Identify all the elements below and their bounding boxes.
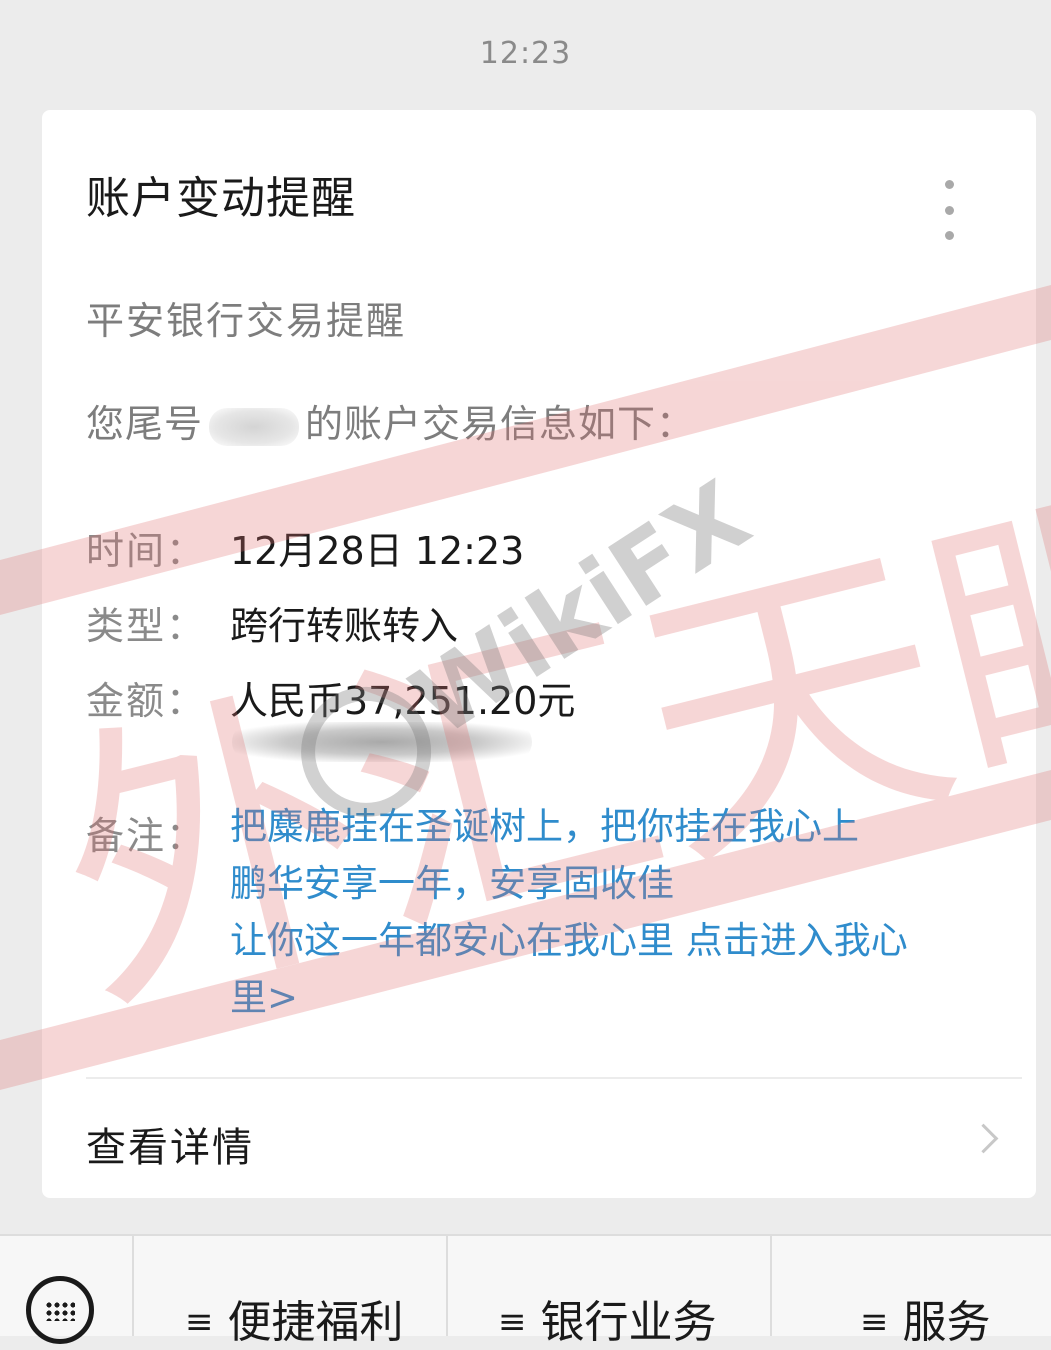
divider bbox=[86, 1077, 1022, 1079]
redacted-line bbox=[232, 722, 532, 762]
menu-separator bbox=[132, 1236, 134, 1336]
message-card[interactable]: 账户变动提醒 平安银行交易提醒 您尾号 的账户交易信息如下： 时间： 12月28日 … bbox=[42, 110, 1036, 1198]
remark-line[interactable]: 鹏华安享一年，安享固收佳 bbox=[230, 855, 1000, 912]
bottom-menu-bar: ≡ 便捷福利 ≡ 银行业务 ≡ 服务 bbox=[0, 1234, 1051, 1348]
field-label: 类型： bbox=[86, 604, 207, 648]
remark-line[interactable]: 里> bbox=[230, 969, 1000, 1026]
intro-prefix: 您尾号 bbox=[86, 402, 204, 446]
more-options-icon[interactable] bbox=[942, 180, 956, 240]
remark-link[interactable]: 把麋鹿挂在圣诞树上，把你挂在我心上 鹏华安享一年，安享固收佳 让你这一年都安心在… bbox=[230, 798, 1000, 1026]
view-details-link[interactable]: 查看详情 bbox=[86, 1115, 254, 1173]
menu-item-label: 服务 bbox=[902, 1297, 991, 1348]
menu-item-label: 便捷福利 bbox=[227, 1297, 404, 1348]
field-value: 跨行转账转入 bbox=[230, 604, 459, 648]
card-title: 账户变动提醒 bbox=[86, 173, 356, 224]
field-time: 时间： 12月28日 12:23 bbox=[86, 520, 524, 575]
message-timestamp: 12:23 bbox=[479, 36, 572, 71]
menu-item-benefits[interactable]: ≡ 便捷福利 bbox=[185, 1286, 404, 1350]
menu-item-service[interactable]: ≡ 服务 bbox=[860, 1286, 991, 1350]
menu-icon: ≡ bbox=[498, 1302, 527, 1342]
redacted-account-number bbox=[209, 407, 300, 446]
intro-text: 您尾号 的账户交易信息如下： bbox=[86, 393, 695, 448]
field-type: 类型： 跨行转账转入 bbox=[86, 595, 458, 650]
chevron-right-icon[interactable] bbox=[968, 1123, 999, 1154]
remark-label: 备注： bbox=[86, 814, 207, 858]
intro-suffix: 的账户交易信息如下： bbox=[305, 402, 696, 446]
menu-separator bbox=[446, 1236, 448, 1336]
field-label: 金额： bbox=[86, 679, 207, 723]
remark-line[interactable]: 让你这一年都安心在我心里 点击进入我心 bbox=[230, 912, 1000, 969]
field-value: 12月28日 12:23 bbox=[230, 529, 525, 573]
bank-name: 平安银行交易提醒 bbox=[86, 299, 407, 343]
field-amount: 金额： 人民币37,251.20元 bbox=[86, 670, 575, 725]
menu-separator bbox=[770, 1236, 772, 1336]
field-label: 时间： bbox=[86, 529, 207, 573]
menu-item-label: 银行业务 bbox=[540, 1297, 717, 1348]
remark-line[interactable]: 把麋鹿挂在圣诞树上，把你挂在我心上 bbox=[230, 798, 1000, 855]
menu-item-banking[interactable]: ≡ 银行业务 bbox=[498, 1286, 717, 1350]
menu-icon: ≡ bbox=[860, 1302, 889, 1342]
menu-icon: ≡ bbox=[185, 1302, 214, 1342]
field-value: 人民币37,251.20元 bbox=[230, 679, 576, 723]
